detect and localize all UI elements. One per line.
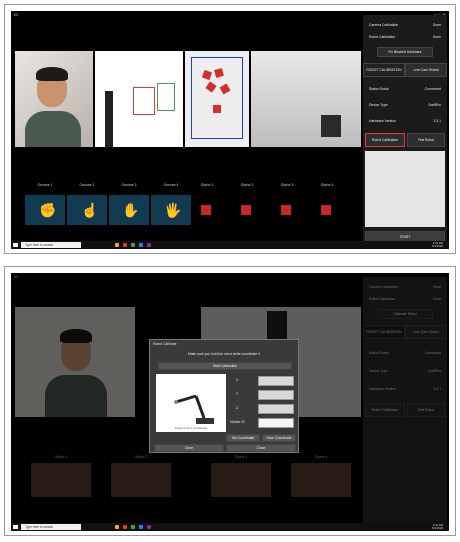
control-side-panel: Camera Calibration Done Robot Calibratio… — [363, 15, 447, 247]
set-coordinate-button[interactable]: Set Coordinate — [226, 434, 260, 442]
taskbar-app-icon[interactable] — [115, 525, 119, 529]
hand-fist-icon: ✊ — [39, 202, 57, 218]
x-input[interactable] — [258, 376, 294, 386]
taskbar: Type here to search 9:41 AM 5/1/2020 — [11, 523, 449, 531]
robot-end-effector — [174, 400, 178, 404]
object-label: Object 1 — [200, 183, 214, 187]
status-row: Status Robot Connected — [369, 87, 441, 91]
robot-link — [175, 394, 197, 404]
bottom-screenshot-frame: IS Camera Calibration Done Robot Calibra… — [4, 266, 456, 536]
tab-live-cam-global[interactable]: Live Cam Global — [405, 63, 447, 77]
fix-blocked-button[interactable]: Fix Blocked Hardware — [377, 47, 433, 57]
gesture-tile[interactable]: ☝ — [67, 195, 107, 225]
robot-link — [194, 395, 206, 419]
marker-id-input[interactable] — [258, 418, 294, 428]
robot-arm-svg — [174, 394, 214, 424]
close-button[interactable]: Close — [226, 444, 296, 452]
z-input[interactable] — [258, 404, 294, 414]
taskbar-app-icon[interactable] — [139, 525, 143, 529]
gesture-tile[interactable]: ✊ — [25, 195, 65, 225]
hand-open-icon: ✋ — [122, 202, 140, 218]
taskbar-clock: 9:41 AM 5/1/2020 — [432, 241, 443, 248]
taskbar-app-icon[interactable] — [123, 243, 127, 247]
field-label-z: Z — [236, 406, 239, 410]
object-label: Object 2 — [240, 183, 254, 187]
taskbar-app-icon[interactable] — [139, 243, 143, 247]
global-camera-feed — [251, 51, 361, 147]
taskbar-app-icon[interactable] — [131, 243, 135, 247]
taskbar: Type here to search 9:41 AM 5/1/2020 — [11, 241, 449, 249]
gesture-tile[interactable]: ✋ — [109, 195, 149, 225]
robot-arm-diagram: Drag points to coordinates — [156, 374, 226, 432]
windows-start-icon[interactable] — [13, 243, 18, 247]
gesture-label: Gesture 3 — [121, 183, 137, 187]
object-label: Object 3 — [280, 183, 294, 187]
taskbar-app-icon[interactable] — [147, 243, 151, 247]
start-calibration-button[interactable]: Start Calibration — [158, 362, 292, 370]
field-label-marker-id: Marker ID — [230, 420, 245, 424]
hand-camera-feed — [95, 51, 183, 147]
object-tile[interactable] — [241, 205, 251, 215]
gesture-label: Gesture 1 — [37, 183, 53, 187]
status-row: Robot Calibration Done — [369, 35, 441, 39]
dialog-instruction: Make sure you hold the robot while coord… — [187, 352, 261, 356]
top-screenshot-frame: IS ─ ☐ ✕ Camera Calibration — [4, 4, 456, 254]
face-camera-feed — [15, 51, 93, 147]
diagram-caption: Drag points to coordinates — [174, 426, 208, 430]
status-row: Device Type SwiftPro — [369, 103, 441, 107]
robot-arm — [105, 91, 113, 147]
windows-start-icon[interactable] — [13, 525, 18, 529]
object-block — [213, 105, 221, 113]
gesture-label: Gesture 2 — [79, 183, 95, 187]
person-hair — [36, 67, 68, 81]
detection-box — [157, 83, 175, 111]
taskbar-clock: 9:41 AM 5/1/2020 — [432, 523, 443, 530]
taskbar-app-icon[interactable] — [115, 243, 119, 247]
save-coordinate-button[interactable]: Save Coordinate — [262, 434, 296, 442]
object-tile[interactable] — [321, 205, 331, 215]
taskbar-search[interactable]: Type here to search — [21, 524, 81, 530]
status-row: Camera Calibration Done — [369, 23, 441, 27]
status-row: Hardware Version 3.3.1 — [369, 119, 441, 123]
object-label: Object 4 — [320, 183, 334, 187]
field-label-x: X — [236, 378, 239, 382]
bottom-app-window: IS Camera Calibration Done Robot Calibra… — [11, 273, 449, 531]
robot-calibrate-dialog: Robot Calibrate Make sure you hold the r… — [149, 339, 299, 453]
robot-calibration-button[interactable]: Robot Calibration — [365, 133, 405, 147]
window-title: IS — [14, 12, 18, 17]
taskbar-app-icon[interactable] — [123, 525, 127, 529]
y-input[interactable] — [258, 390, 294, 400]
field-label-y: Y — [236, 392, 239, 396]
robot-arm — [321, 115, 341, 137]
tab-robot-calibration[interactable]: ROBOT CALIBRATION — [363, 63, 405, 77]
object-tile[interactable] — [281, 205, 291, 215]
hand-spread-icon: 🖐 — [164, 202, 182, 218]
taskbar-search[interactable]: Type here to search — [21, 242, 81, 248]
gesture-tile[interactable]: 🖐 — [151, 195, 191, 225]
detection-box — [133, 87, 155, 115]
hand-point-icon: ☝ — [81, 202, 99, 218]
top-app-window: IS ─ ☐ ✕ Camera Calibration — [11, 11, 449, 249]
done-button[interactable]: Done — [154, 444, 224, 452]
dialog-title: Robot Calibrate — [153, 342, 177, 346]
person-body — [25, 111, 81, 147]
panel-blank-area — [365, 151, 445, 227]
objects-camera-feed — [185, 51, 249, 147]
object-tile[interactable] — [201, 205, 211, 215]
test-robot-button[interactable]: Test Robot — [407, 133, 445, 147]
robot-base — [196, 418, 214, 424]
taskbar-app-icon[interactable] — [131, 525, 135, 529]
taskbar-app-icon[interactable] — [147, 525, 151, 529]
